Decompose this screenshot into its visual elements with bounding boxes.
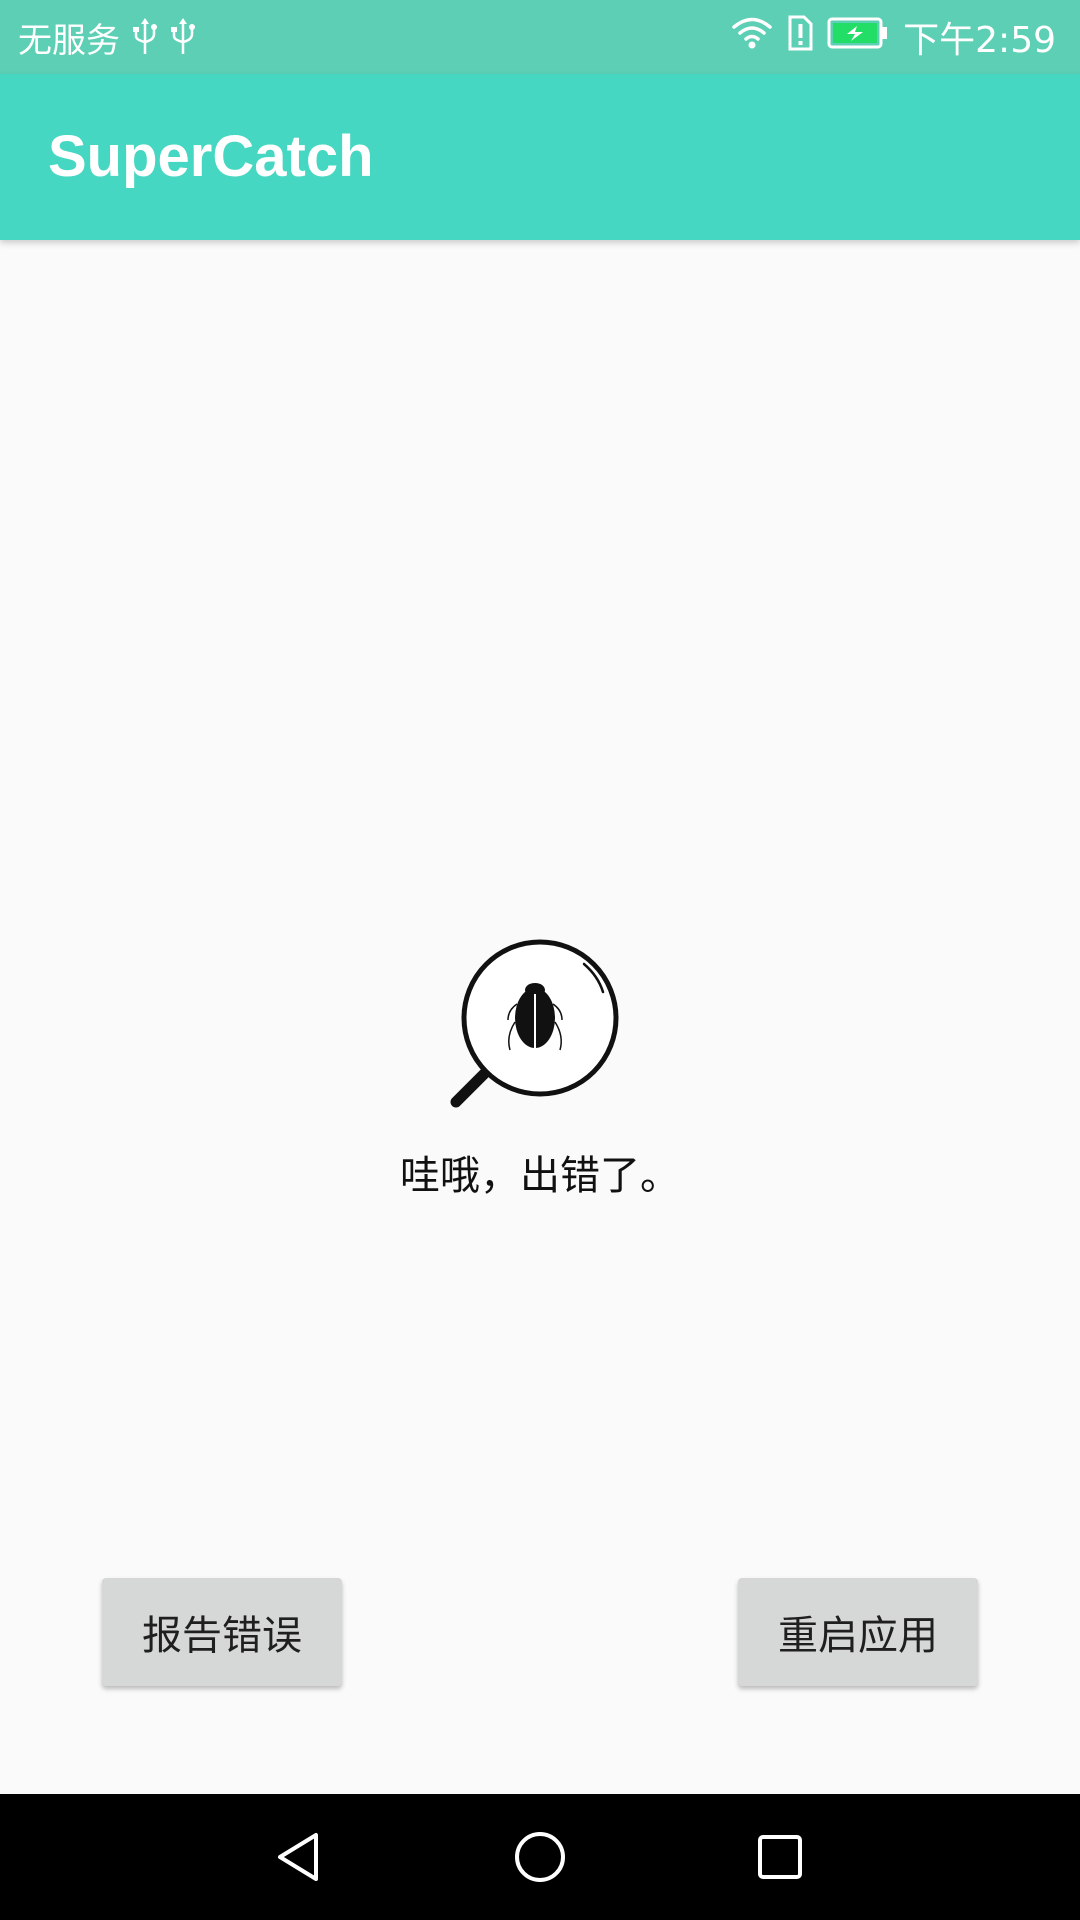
battery-charging-icon — [827, 17, 889, 58]
recents-icon[interactable] — [745, 1822, 815, 1892]
back-icon[interactable] — [265, 1822, 335, 1892]
app-bar: SuperCatch — [0, 74, 1080, 240]
restart-app-button[interactable]: 重启应用 — [738, 1578, 978, 1686]
navigation-bar — [0, 1794, 1080, 1920]
app-title: SuperCatch — [48, 124, 374, 189]
status-left: 无服务 — [18, 0, 196, 74]
usb-icon — [132, 18, 158, 56]
report-error-button[interactable]: 报告错误 — [102, 1578, 342, 1686]
status-bar: 无服务 下午2:59 — [0, 0, 1080, 74]
home-icon[interactable] — [505, 1822, 575, 1892]
wifi-icon — [731, 16, 773, 59]
error-message: 哇哦，出错了。 — [400, 1153, 680, 1199]
usb-icon — [170, 18, 196, 56]
sim-alert-icon — [787, 15, 813, 60]
clock: 下午2:59 — [903, 20, 1056, 61]
bug-magnifier-icon — [448, 932, 628, 1112]
status-right: 下午2:59 — [717, 0, 1056, 74]
carrier-label: 无服务 — [18, 20, 120, 61]
